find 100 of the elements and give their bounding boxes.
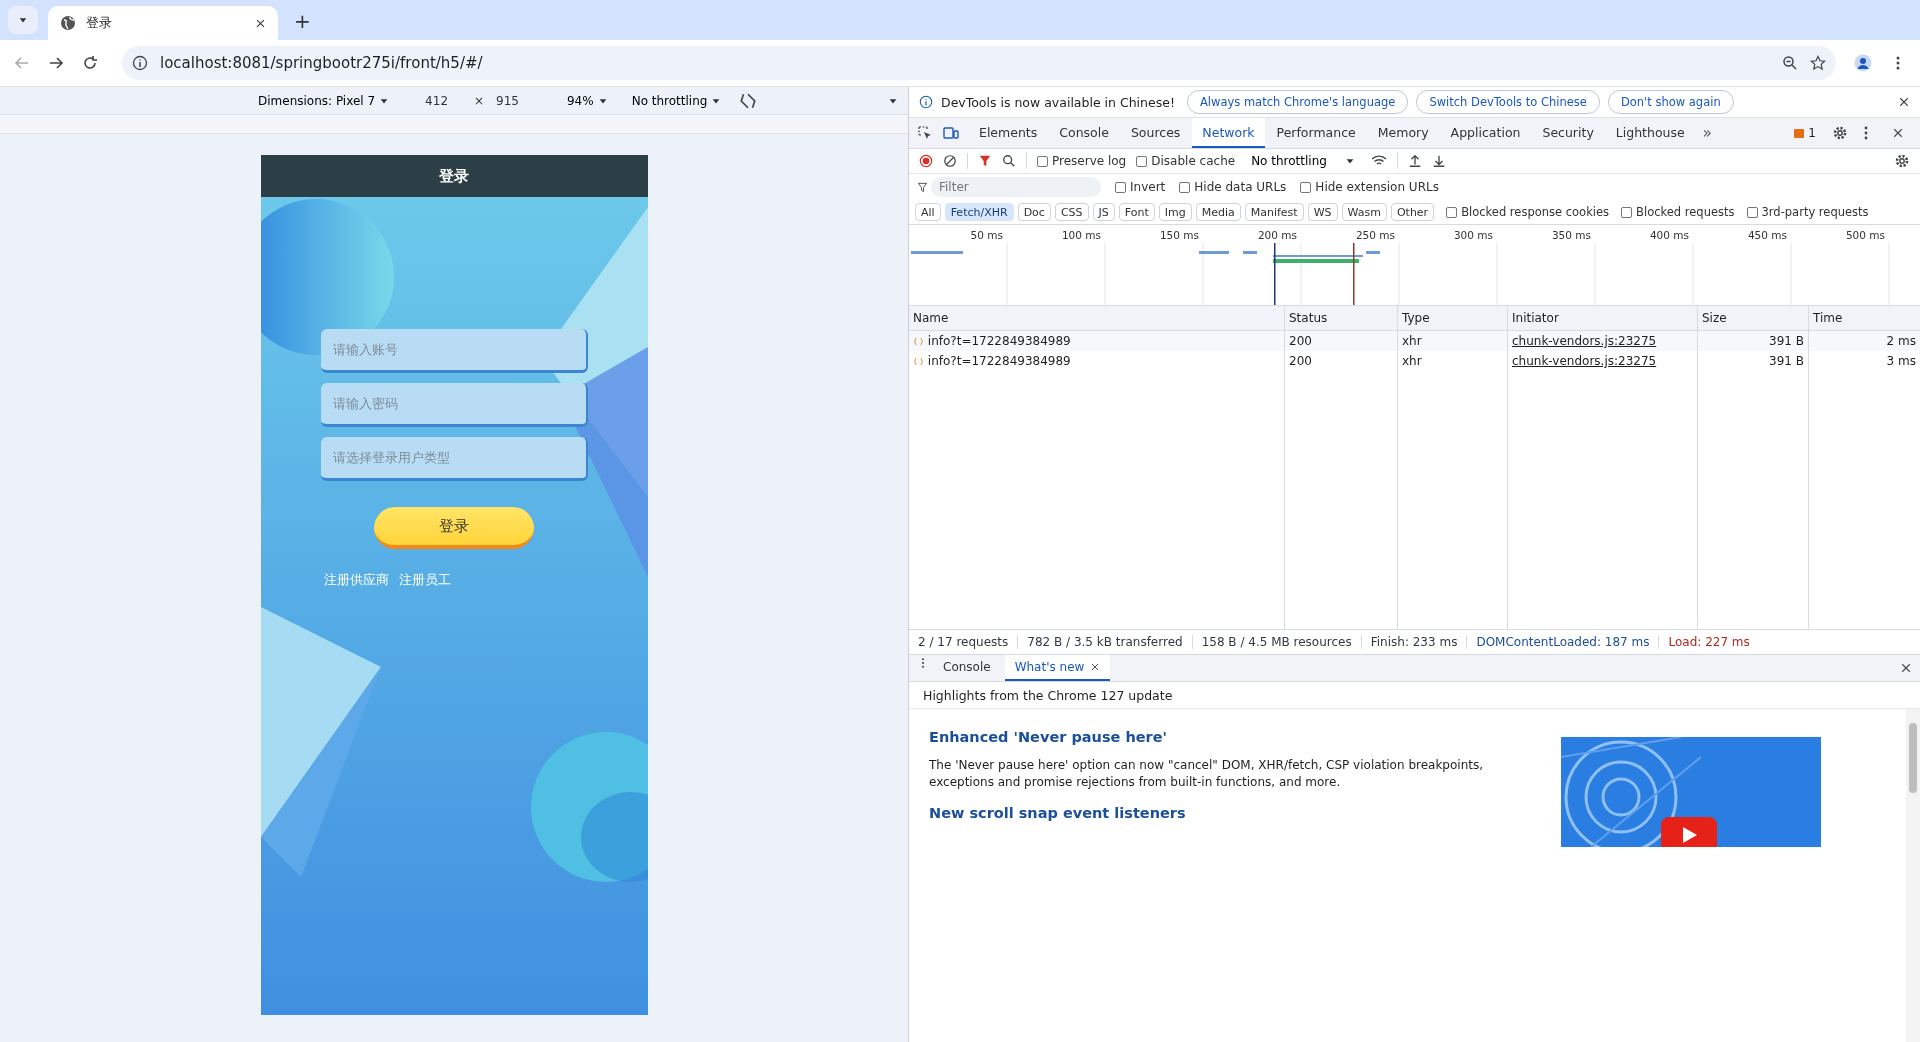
panel-tab[interactable]: Network	[1192, 118, 1265, 148]
checkbox[interactable]	[1300, 181, 1312, 193]
status-text: 782 B / 3.5 kB transferred	[1017, 635, 1192, 649]
article-heading[interactable]: Enhanced 'Never pause here'	[929, 729, 1489, 745]
table-cell: 391 B	[1697, 351, 1808, 371]
download-icon[interactable]	[1431, 154, 1446, 168]
profile-icon[interactable]	[1854, 54, 1872, 72]
column-header[interactable]: Type	[1397, 306, 1507, 330]
forward-icon[interactable]	[48, 55, 64, 71]
type-filter-button[interactable]: All	[915, 203, 941, 221]
rotate-icon[interactable]	[739, 91, 758, 110]
type-filter-button[interactable]: Doc	[1017, 203, 1051, 221]
panel-tab[interactable]: Lighthouse	[1605, 118, 1695, 148]
filter-icon[interactable]	[978, 154, 992, 168]
status-text: 158 B / 4.5 MB resources	[1191, 635, 1361, 649]
checkbox[interactable]	[1446, 206, 1458, 218]
throttling-dropdown[interactable]: No throttling	[1245, 153, 1361, 169]
drawer-tab[interactable]: Console	[933, 655, 1001, 681]
input-field[interactable]: 请输入账号	[320, 329, 588, 373]
settings-icon[interactable]	[1832, 125, 1848, 141]
panel-tab[interactable]: Memory	[1367, 118, 1439, 148]
close-icon[interactable]	[1090, 662, 1101, 672]
checkbox[interactable]	[1136, 155, 1148, 167]
column-header[interactable]: Name	[909, 306, 1284, 330]
filter-field[interactable]: Filter	[931, 177, 1101, 197]
browser-tab[interactable]: 登录	[48, 6, 278, 40]
tick-label: 250 ms	[1355, 229, 1395, 241]
new-tab-button[interactable]: +	[288, 8, 317, 34]
checkbox[interactable]	[1037, 155, 1048, 167]
star-icon[interactable]	[1810, 55, 1826, 71]
more-tabs-button[interactable]: »	[1696, 118, 1718, 148]
globe-icon[interactable]	[60, 15, 76, 31]
panel-tab[interactable]: Console	[1049, 118, 1119, 148]
inspect-icon[interactable]	[917, 125, 933, 141]
checkbox[interactable]	[1179, 181, 1191, 193]
type-filter-button[interactable]: WS	[1307, 203, 1338, 221]
infobar-button[interactable]: Switch DevTools to Chinese	[1416, 90, 1600, 114]
login-button[interactable]: 登录	[374, 507, 534, 549]
throttling-dropdown[interactable]: No throttling	[625, 92, 728, 109]
drawer-tab[interactable]: What's new	[1004, 655, 1111, 681]
column-header[interactable]: Status	[1284, 306, 1397, 330]
input-field[interactable]: 请输入密码	[320, 383, 588, 427]
type-filter-button[interactable]: Fetch/XHR	[944, 203, 1014, 221]
device-toggle-icon[interactable]	[943, 125, 959, 141]
type-filter-button[interactable]: Media	[1195, 203, 1241, 221]
input-field[interactable]: 请选择登录用户类型	[320, 437, 588, 481]
clear-icon[interactable]	[943, 154, 957, 168]
column-header[interactable]: Initiator	[1507, 306, 1697, 330]
caret-icon[interactable]	[1344, 156, 1355, 166]
status-text: DOMContentLoaded: 187 ms	[1466, 635, 1659, 649]
panel-tab[interactable]: Elements	[969, 118, 1048, 148]
panel-tab[interactable]: Application	[1440, 118, 1531, 148]
checkbox[interactable]	[1746, 206, 1758, 218]
type-filter-button[interactable]: Other	[1390, 203, 1435, 221]
address-bar[interactable]: localhost:8081/springbootr275i/front/h5/#/	[122, 46, 1836, 80]
request-name[interactable]: info?t=1722849384989	[909, 331, 1284, 351]
highlights-title: Highlights from the Chrome 127 update	[909, 682, 1920, 709]
initiator-link[interactable]: chunk-vendors.js:23275	[1507, 331, 1697, 351]
close-icon[interactable]	[1900, 662, 1912, 674]
close-icon[interactable]	[255, 17, 266, 29]
settings-icon[interactable]	[1894, 153, 1910, 169]
close-icon[interactable]	[1898, 96, 1910, 108]
checkbox[interactable]	[1621, 206, 1633, 218]
table-cell: 2 ms	[1808, 331, 1920, 351]
infobar-button[interactable]: Don't show again	[1607, 90, 1734, 114]
type-filter-button[interactable]: Img	[1158, 203, 1192, 221]
type-filter-button[interactable]: JS	[1092, 203, 1115, 221]
scrollbar[interactable]	[1906, 709, 1920, 1042]
page-title: 登录	[260, 155, 648, 197]
status-text: Finish: 233 ms	[1360, 635, 1467, 649]
request-name[interactable]: info?t=1722849384989	[909, 351, 1284, 371]
column-header[interactable]: Time	[1808, 306, 1920, 330]
initiator-link[interactable]: chunk-vendors.js:23275	[1507, 351, 1697, 371]
issues-count[interactable]: 1	[1808, 126, 1816, 140]
width-field[interactable]: 412	[425, 93, 448, 108]
info-icon[interactable]	[919, 95, 933, 109]
chevron-down-icon[interactable]	[18, 15, 28, 25]
zoom-dropdown[interactable]: 94%	[561, 92, 614, 109]
panel-tab[interactable]: Performance	[1266, 118, 1366, 148]
record-icon[interactable]	[919, 154, 933, 168]
checkbox[interactable]	[1115, 181, 1126, 193]
type-filter-button[interactable]: Wasm	[1341, 203, 1387, 221]
device-dropdown[interactable]: Dimensions: Pixel 7	[252, 92, 396, 109]
tick-label: 350 ms	[1551, 229, 1591, 241]
zoom-icon[interactable]	[1782, 55, 1798, 71]
infobar-button[interactable]: Always match Chrome's language	[1186, 90, 1409, 114]
search-icon[interactable]	[1002, 154, 1016, 168]
article-heading[interactable]: New scroll snap event listeners	[929, 805, 1489, 821]
type-filter-button[interactable]: Manifest	[1244, 203, 1304, 221]
type-filter-button[interactable]: CSS	[1054, 203, 1089, 221]
panel-tab[interactable]: Security	[1532, 118, 1604, 148]
close-icon[interactable]	[1892, 127, 1904, 139]
issues-icon[interactable]	[1794, 128, 1805, 138]
upload-icon[interactable]	[1407, 154, 1422, 168]
column-header[interactable]: Size	[1697, 306, 1808, 330]
info-icon[interactable]	[132, 55, 148, 71]
height-field[interactable]: 915	[496, 93, 519, 108]
type-filter-button[interactable]: Font	[1118, 203, 1155, 221]
reload-icon[interactable]	[82, 55, 98, 71]
panel-tab[interactable]: Sources	[1120, 118, 1191, 148]
